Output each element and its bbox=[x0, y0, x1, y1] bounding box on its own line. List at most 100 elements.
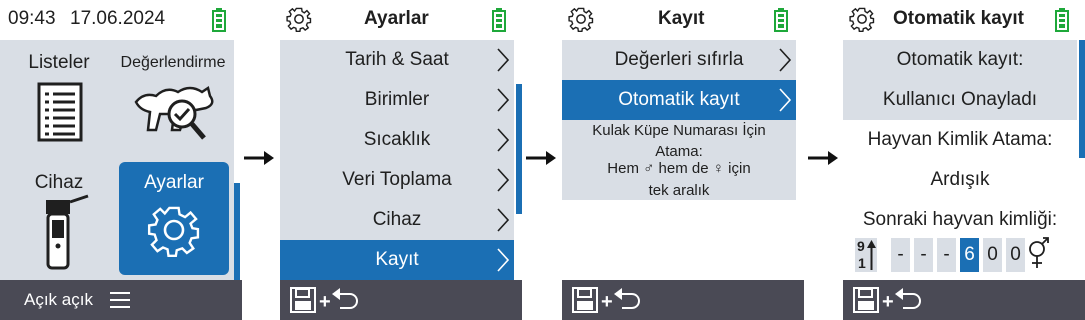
status-bar: 09:43 17.06.2024 bbox=[0, 0, 242, 40]
arrow-right-icon bbox=[808, 151, 838, 165]
sort-top-digit: 9 bbox=[857, 238, 865, 254]
save-icon[interactable]: + bbox=[853, 286, 933, 314]
sort-order-icon[interactable]: 9 1 bbox=[855, 238, 877, 272]
tile-cihaz[interactable]: Cihaz bbox=[4, 162, 114, 277]
id-assign-value-text: Ardışık bbox=[930, 169, 990, 190]
next-id-label: Sonraki hayvan kimliği: bbox=[843, 200, 1077, 240]
sort-bottom-digit: 1 bbox=[858, 255, 866, 271]
menu-item-cihaz[interactable]: Cihaz bbox=[280, 200, 514, 240]
page-title: Ayarlar bbox=[364, 8, 429, 29]
auto-record-screen: Otomatik kayıt Otomatik kayıt: Kullanıcı… bbox=[843, 0, 1085, 320]
menu-item-otomatik-kayit[interactable]: Otomatik kayıt bbox=[562, 80, 796, 120]
menu-item-kayit[interactable]: Kayıt bbox=[280, 240, 514, 280]
date-display: 17.06.2024 bbox=[70, 8, 166, 29]
id-assign-value[interactable]: Ardışık bbox=[843, 160, 1077, 200]
clock-time: 09:43 bbox=[8, 8, 56, 29]
auto-record-header: Otomatik kayıt bbox=[843, 0, 1085, 40]
menu-item-degerleri-sifirla[interactable]: Değerleri sıfırla bbox=[562, 40, 796, 80]
page-title: Kayıt bbox=[658, 8, 705, 29]
svg-text:+: + bbox=[882, 291, 894, 313]
menu-item-label: Cihaz bbox=[372, 209, 422, 230]
gear-icon bbox=[147, 206, 200, 257]
menu-item-sicaklik[interactable]: Sıcaklık bbox=[280, 120, 514, 160]
tile-listeler[interactable]: Listeler bbox=[4, 44, 114, 159]
id-digit[interactable]: - bbox=[914, 238, 933, 272]
id-digit[interactable]: 0 bbox=[1006, 238, 1025, 272]
arrow-right-icon bbox=[526, 151, 556, 165]
id-assign-label: Hayvan Kimlik Atama: bbox=[843, 120, 1077, 160]
battery-icon bbox=[1055, 8, 1069, 32]
livestock-search-icon bbox=[134, 85, 214, 140]
svg-text:+: + bbox=[319, 291, 331, 313]
save-icon[interactable]: + bbox=[290, 286, 370, 314]
settings-screen: Ayarlar Tarih & Saat Birimler Sıcaklık V… bbox=[280, 0, 522, 320]
footer-bar: + bbox=[843, 280, 1085, 320]
menu-item-label: Veri Toplama bbox=[342, 169, 452, 190]
page-title: Otomatik kayıt bbox=[893, 8, 1024, 29]
chevron-right-icon bbox=[497, 128, 510, 152]
chevron-right-icon bbox=[779, 88, 792, 112]
gear-icon bbox=[568, 7, 594, 32]
menu-item-label: Değerleri sıfırla bbox=[614, 49, 744, 70]
svg-text:+: + bbox=[601, 291, 613, 313]
home-screen: 09:43 17.06.2024 Listeler Değerlendirme bbox=[0, 0, 242, 320]
record-header: Kayıt bbox=[562, 0, 804, 40]
sort-arrow-icon bbox=[867, 240, 876, 270]
save-icon[interactable]: + bbox=[572, 286, 652, 314]
battery-icon bbox=[492, 8, 506, 32]
auto-record-value[interactable]: Kullanıcı Onayladı bbox=[843, 80, 1077, 120]
arrow-right-icon bbox=[244, 151, 274, 165]
home-scrollbar[interactable] bbox=[234, 183, 240, 280]
chevron-right-icon bbox=[497, 168, 510, 192]
battery-icon bbox=[212, 8, 226, 32]
id-assign-label-text: Hayvan Kimlik Atama: bbox=[867, 129, 1053, 150]
list-document-icon bbox=[37, 82, 83, 142]
tile-degerlendirme-label: Değerlendirme bbox=[120, 54, 226, 71]
menu-item-label: Otomatik kayıt bbox=[618, 89, 740, 110]
device-reader-icon bbox=[46, 194, 89, 270]
auto-record-label: Otomatik kayıt: bbox=[843, 40, 1077, 80]
id-digit[interactable]: - bbox=[891, 238, 910, 272]
chevron-right-icon bbox=[497, 48, 510, 72]
gear-icon bbox=[849, 7, 875, 32]
tile-cihaz-label: Cihaz bbox=[34, 172, 84, 193]
auto-record-value-text: Kullanıcı Onayladı bbox=[882, 89, 1038, 110]
settings-scrollbar[interactable] bbox=[516, 84, 522, 214]
unisex-icon bbox=[1029, 237, 1049, 268]
menu-item-label: Sıcaklık bbox=[363, 129, 431, 150]
info-line: Hem ♂ hem de ♀ için bbox=[607, 160, 751, 177]
record-screen: Kayıt Değerleri sıfırla Otomatik kayıt K… bbox=[562, 0, 804, 320]
footer-bar: Açık açık bbox=[0, 280, 242, 320]
chevron-right-icon bbox=[497, 248, 510, 272]
menu-item-birimler[interactable]: Birimler bbox=[280, 80, 514, 120]
menu-icon[interactable] bbox=[110, 291, 130, 309]
menu-item-label: Tarih & Saat bbox=[345, 49, 449, 70]
menu-item-label: Birimler bbox=[364, 89, 430, 110]
tile-degerlendirme[interactable]: Değerlendirme bbox=[118, 44, 228, 159]
id-digit-selected[interactable]: 6 bbox=[960, 238, 979, 272]
tile-listeler-label: Listeler bbox=[28, 52, 90, 73]
settings-header: Ayarlar bbox=[280, 0, 522, 40]
footer-bar: + bbox=[562, 280, 804, 320]
auto-record-scrollbar[interactable] bbox=[1079, 40, 1085, 158]
tile-ayarlar[interactable]: Ayarlar bbox=[119, 162, 229, 275]
id-digit[interactable]: - bbox=[937, 238, 956, 272]
battery-icon bbox=[774, 8, 788, 32]
auto-record-label-text: Otomatik kayıt: bbox=[896, 49, 1024, 70]
footer-status-label: Açık açık bbox=[24, 290, 93, 309]
info-panel: Kulak Küpe Numarası İçin Atama: Hem ♂ he… bbox=[562, 120, 796, 200]
tile-ayarlar-label: Ayarlar bbox=[144, 172, 204, 193]
chevron-right-icon bbox=[779, 48, 792, 72]
gear-icon bbox=[286, 7, 312, 32]
info-line: Atama: bbox=[655, 143, 703, 160]
id-digit[interactable]: 0 bbox=[983, 238, 1002, 272]
chevron-right-icon bbox=[497, 88, 510, 112]
menu-item-veri-toplama[interactable]: Veri Toplama bbox=[280, 160, 514, 200]
menu-item-tarih-saat[interactable]: Tarih & Saat bbox=[280, 40, 514, 80]
info-line: Kulak Küpe Numarası İçin bbox=[592, 122, 766, 139]
footer-bar: + bbox=[280, 280, 522, 320]
info-line: tek aralık bbox=[648, 182, 710, 199]
chevron-right-icon bbox=[497, 208, 510, 232]
menu-item-label: Kayıt bbox=[375, 249, 419, 270]
next-id-label-text: Sonraki hayvan kimliği: bbox=[862, 209, 1058, 230]
